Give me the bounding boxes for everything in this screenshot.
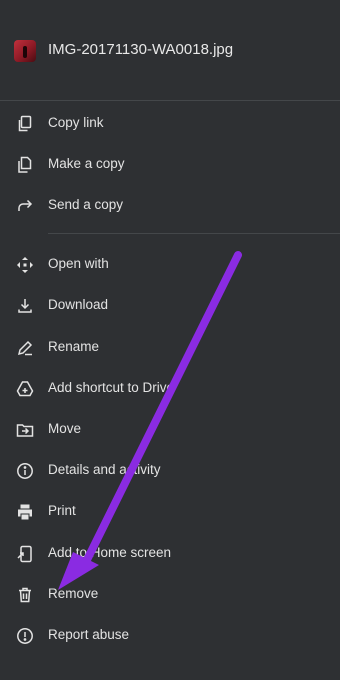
- menu-item-label: Download: [48, 297, 109, 312]
- menu-item-rename[interactable]: Rename: [0, 327, 340, 367]
- share-arrow-icon: [16, 197, 34, 215]
- menu-item-label: Move: [48, 421, 82, 436]
- menu-item-label: Make a copy: [48, 156, 125, 171]
- trash-icon: [16, 586, 34, 604]
- download-icon: [16, 297, 34, 315]
- image-thumbnail-icon: [14, 40, 36, 62]
- menu-item-open-with[interactable]: Open with: [0, 244, 340, 284]
- report-icon: [16, 627, 34, 645]
- menu-item-label: Rename: [48, 339, 100, 354]
- menu-item-move[interactable]: Move: [0, 409, 340, 449]
- menu-item-label: Remove: [48, 586, 99, 601]
- menu-item-label: Send a copy: [48, 197, 124, 212]
- menu-item-add-to-home-screen[interactable]: Add to Home screen: [0, 533, 340, 573]
- menu-item-label: Details and activity: [48, 462, 161, 477]
- file-name: IMG-20171130-WA0018.jpg: [48, 41, 234, 58]
- menu-item-download[interactable]: Download: [0, 285, 340, 325]
- open-with-icon: [16, 256, 34, 274]
- menu-item-send-a-copy[interactable]: Send a copy: [0, 185, 340, 225]
- copy-icon: [16, 115, 34, 133]
- menu-item-report-abuse[interactable]: Report abuse: [0, 615, 340, 655]
- pencil-icon: [16, 339, 34, 357]
- file-copy-icon: [16, 156, 34, 174]
- print-icon: [16, 503, 34, 521]
- menu-item-print[interactable]: Print: [0, 491, 340, 531]
- divider: [48, 233, 340, 234]
- menu-item-label: Add shortcut to Drive: [48, 380, 175, 395]
- menu-item-remove[interactable]: Remove: [0, 574, 340, 614]
- drive-shortcut-icon: [16, 380, 34, 398]
- folder-move-icon: [16, 421, 34, 439]
- bottom-sheet-menu: IMG-20171130-WA0018.jpg Copy link Make a…: [0, 0, 340, 680]
- add-to-home-icon: [16, 545, 34, 563]
- menu-item-label: Copy link: [48, 115, 104, 130]
- menu-item-label: Report abuse: [48, 627, 130, 642]
- menu-item-make-a-copy[interactable]: Make a copy: [0, 144, 340, 184]
- menu-item-details-activity[interactable]: Details and activity: [0, 450, 340, 490]
- menu-item-label: Open with: [48, 256, 109, 271]
- divider: [0, 100, 340, 101]
- menu-item-label: Print: [48, 503, 76, 518]
- file-header: IMG-20171130-WA0018.jpg: [0, 0, 340, 100]
- menu-item-add-shortcut[interactable]: Add shortcut to Drive: [0, 368, 340, 408]
- menu-item-copy-link[interactable]: Copy link: [0, 103, 340, 143]
- info-icon: [16, 462, 34, 480]
- menu-item-label: Add to Home screen: [48, 545, 172, 560]
